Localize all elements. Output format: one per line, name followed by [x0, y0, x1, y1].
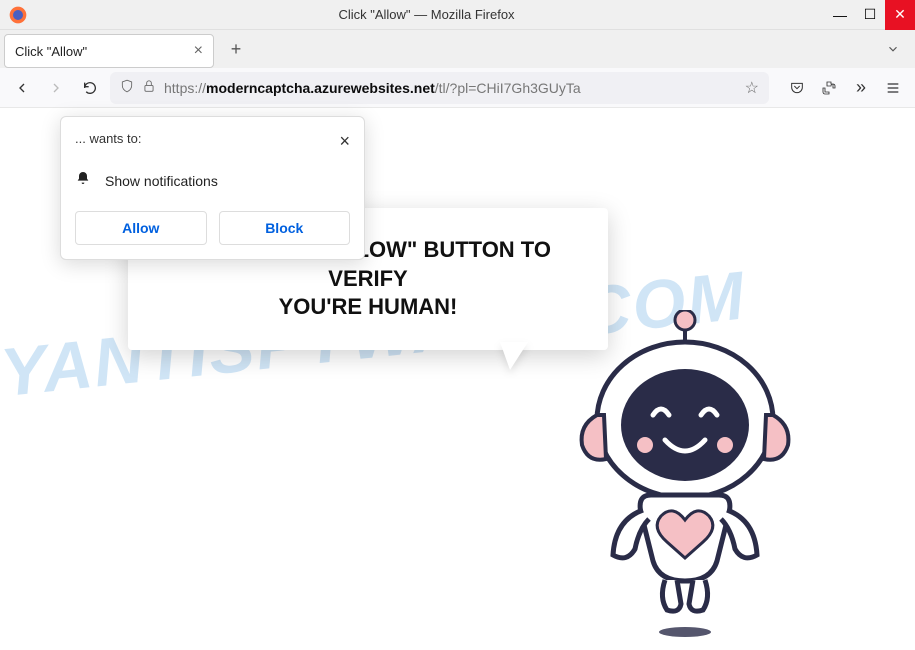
tab-close-icon[interactable]: × [194, 42, 203, 60]
bookmark-star-icon[interactable]: ☆ [745, 78, 759, 98]
url-text: https://moderncaptcha.azurewebsites.net/… [164, 80, 737, 96]
close-button[interactable]: ✕ [885, 0, 915, 30]
firefox-icon [8, 5, 28, 25]
overflow-menu-icon[interactable]: » [847, 74, 875, 102]
pocket-icon[interactable] [783, 74, 811, 102]
window-controls: — ☐ ✕ [825, 0, 915, 30]
browser-tab[interactable]: Click "Allow" × [4, 34, 214, 68]
shield-icon[interactable] [120, 79, 134, 96]
permission-description: Show notifications [105, 173, 218, 189]
notification-permission-popup: ... wants to: × Show notifications Allow… [60, 116, 365, 260]
minimize-button[interactable]: — [825, 0, 855, 30]
maximize-button[interactable]: ☐ [855, 0, 885, 30]
toolbar-right: » [783, 74, 907, 102]
speech-tail [500, 342, 528, 370]
new-tab-button[interactable]: + [222, 35, 250, 63]
block-button[interactable]: Block [219, 211, 351, 245]
tab-title: Click "Allow" [15, 44, 194, 59]
forward-button[interactable] [42, 74, 70, 102]
hamburger-menu-icon[interactable] [879, 74, 907, 102]
window-title: Click "Allow" — Mozilla Firefox [28, 7, 825, 22]
tabs-dropdown-button[interactable] [879, 35, 907, 63]
url-bar[interactable]: https://moderncaptcha.azurewebsites.net/… [110, 72, 769, 104]
permission-origin-label: ... wants to: [75, 131, 141, 146]
bell-icon [75, 170, 91, 191]
lock-icon[interactable] [142, 79, 156, 96]
reload-button[interactable] [76, 74, 104, 102]
window-titlebar: Click "Allow" — Mozilla Firefox — ☐ ✕ [0, 0, 915, 30]
permission-close-icon[interactable]: × [339, 131, 350, 152]
page-content: MYANTISPYWARE.COM ... wants to: × Show n… [0, 108, 915, 650]
extensions-icon[interactable] [815, 74, 843, 102]
robot-illustration [565, 310, 805, 640]
tab-bar: Click "Allow" × + [0, 30, 915, 68]
back-button[interactable] [8, 74, 36, 102]
navigation-toolbar: https://moderncaptcha.azurewebsites.net/… [0, 68, 915, 108]
allow-button[interactable]: Allow [75, 211, 207, 245]
